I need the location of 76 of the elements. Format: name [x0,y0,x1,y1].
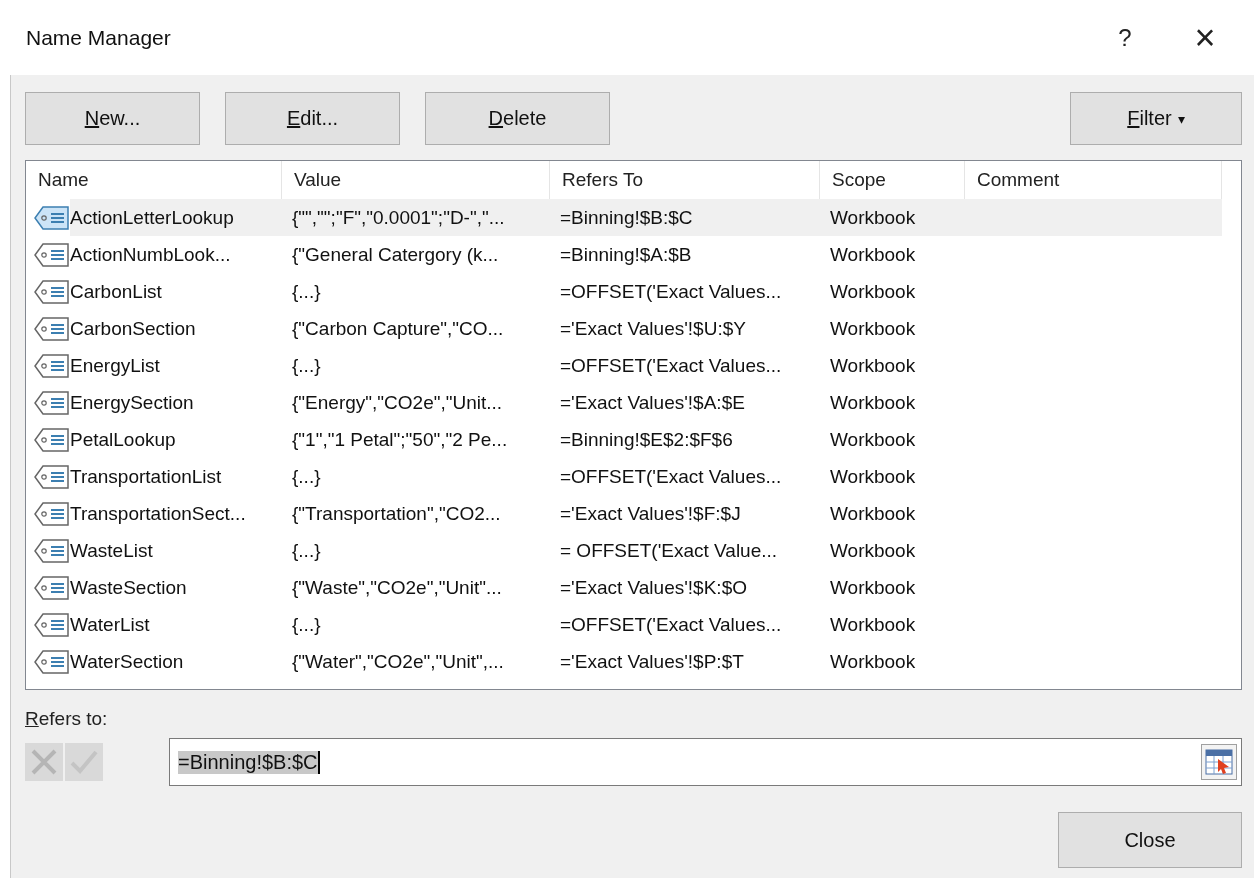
value-cell-text: {"Transportation","CO2... [291,501,502,526]
dialog-button[interactable]: Delete [425,92,610,145]
dialog-button[interactable]: Edit... [225,92,400,145]
name-tag-icon [34,390,70,415]
name-tag-icon [34,427,70,452]
value-cell-text: {...} [291,538,322,563]
name-tag-icon [34,205,70,230]
scope-cell-text: Workbook [829,464,917,489]
refers-to-field[interactable]: =Binning!$B:$C [169,738,1242,786]
name-tag-icon [34,279,70,304]
name-cell[interactable]: TransportationSect... [26,495,282,532]
scope-cell-text: Workbook [829,279,917,304]
value-cell-text: {...} [291,612,322,637]
name-tag-icon [34,242,70,267]
refers-to-cell-text: ='Exact Values'!$F:$J [559,501,742,526]
close-dialog-button[interactable]: Close [1058,812,1242,868]
value-cell-text: {"Energy","CO2e","Unit... [291,390,504,415]
window-title: Name Manager [26,25,172,50]
value-cell-text: {...} [291,279,322,304]
value-cell-text: {"Water","CO2e","Unit",... [291,649,505,674]
name-cell[interactable]: EnergySection [26,384,282,421]
name-tag-icon [34,612,70,637]
name-cell[interactable]: WaterList [26,606,282,643]
scope-cell-text: Workbook [829,501,917,526]
value-cell-text: {...} [291,353,322,378]
name-cell[interactable]: CarbonSection [26,310,282,347]
value-cell: {"","";"F","0.0001";"D-","... [282,199,550,236]
name-cell[interactable]: ActionNumbLook... [26,236,282,273]
name-cell[interactable]: EnergyList [26,347,282,384]
refers-to-cell-text: = OFFSET('Exact Value... [559,538,779,563]
refers-to-cell: =Binning!$B:$C [550,199,820,236]
name-tag-icon [34,464,70,489]
refers-to-cell-text: ='Exact Values'!$U:$Y [559,316,747,341]
scope-cell-text: Workbook [829,242,917,267]
refers-to-cell-text: =Binning!$E$2:$F$6 [559,427,734,452]
value-cell-text: {"Waste","CO2e","Unit"... [291,575,503,600]
name-tag-icon [34,501,70,526]
name-cell[interactable]: TransportationList [26,458,282,495]
name-tag-icon [34,353,70,378]
value-cell-text: {"General Catergory (k... [291,242,500,267]
refers-to-cell-text: ='Exact Values'!$K:$O [559,575,748,600]
filter-button[interactable]: Filter ▾ [1070,92,1242,145]
value-cell-text: {...} [291,464,322,489]
refers-to-cell-text: =Binning!$A:$B [559,242,693,267]
scope-cell-text: Workbook [829,316,917,341]
close-button[interactable]: × [1180,16,1230,59]
scope-cell-text: Workbook [829,538,917,563]
scope-cell-text: Workbook [829,353,917,378]
name-tag-icon [34,649,70,674]
refers-to-label: Refers to: [25,708,109,730]
name-tag-icon [34,316,70,341]
refers-to-cell-text: =OFFSET('Exact Values... [559,464,783,489]
name-tag-icon [34,575,70,600]
name-cell[interactable]: WaterSection [26,643,282,680]
range-select-button[interactable] [1201,744,1237,780]
scope-cell-text: Workbook [829,575,917,600]
name-cell[interactable]: WasteList [26,532,282,569]
scope-cell-text: Workbook [829,390,917,415]
refers-to-cell-text: =OFFSET('Exact Values... [559,612,783,637]
scope-cell-text: Workbook [829,427,917,452]
scope-cell-text: Workbook [829,612,917,637]
name-cell[interactable]: PetalLookup [26,421,282,458]
dialog-button[interactable]: New... [25,92,200,145]
name-tag-icon [34,538,70,563]
name-cell[interactable]: WasteSection [26,569,282,606]
scope-cell-text: Workbook [829,649,917,674]
refers-to-cell-text: =OFFSET('Exact Values... [559,353,783,378]
refers-to-cell-text: =OFFSET('Exact Values... [559,279,783,304]
help-button[interactable]: ? [1100,23,1150,52]
scope-cell: Workbook [820,199,965,236]
refers-to-cell-text: ='Exact Values'!$A:$E [559,390,746,415]
sheet-range-icon [1205,749,1233,775]
value-cell-text: {"Carbon Capture","CO... [291,316,505,341]
value-cell-text: {"1","1 Petal";"50","2 Pe... [291,427,509,452]
name-cell[interactable]: CarbonList [26,273,282,310]
refers-to-cell-text: ='Exact Values'!$P:$T [559,649,745,674]
